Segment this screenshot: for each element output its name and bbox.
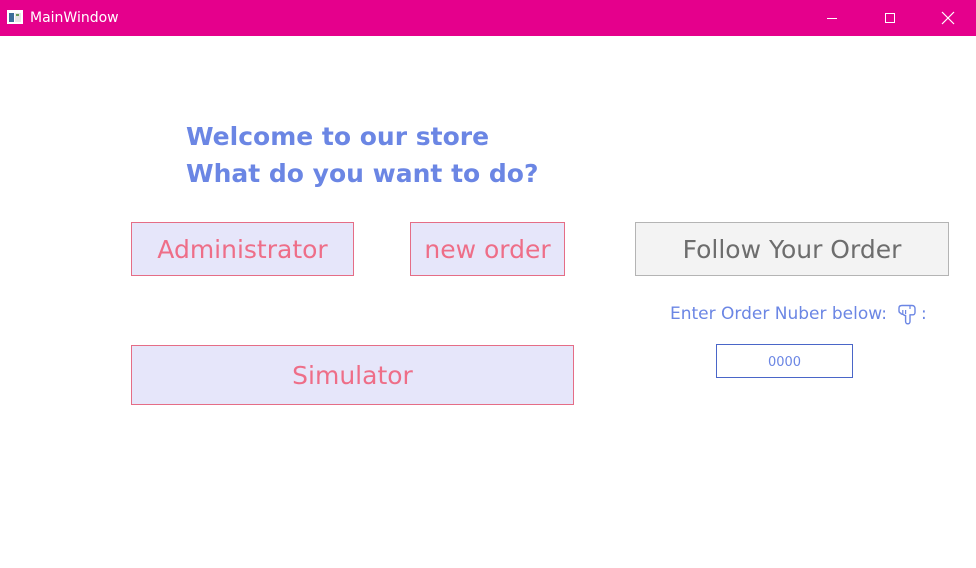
order-number-label: Enter Order Nuber below: <box>670 304 887 324</box>
administrator-button[interactable]: Administrator <box>131 222 354 276</box>
order-number-label-colon: : <box>920 304 927 324</box>
welcome-question: What do you want to do? <box>186 159 539 188</box>
close-button[interactable] <box>919 0 976 36</box>
simulator-button[interactable]: Simulator <box>131 345 574 405</box>
app-window-icon <box>7 10 23 24</box>
maximize-button[interactable] <box>861 0 919 36</box>
order-number-input[interactable] <box>716 344 853 378</box>
welcome-heading: Welcome to our store <box>186 122 490 151</box>
minimize-icon <box>827 18 837 19</box>
title-bar[interactable]: MainWindow <box>0 0 976 36</box>
follow-order-button[interactable]: Follow Your Order <box>635 222 949 276</box>
minimize-button[interactable] <box>803 0 861 36</box>
pointing-down-hand-icon <box>898 304 916 325</box>
close-icon <box>941 11 955 25</box>
main-window: MainWindow Welcome to our store What do … <box>0 0 976 568</box>
new-order-button[interactable]: new order <box>410 222 565 276</box>
order-number-label-row: Enter Order Nuber below: : <box>670 301 927 327</box>
maximize-icon <box>885 13 895 23</box>
window-title: MainWindow <box>30 10 119 26</box>
